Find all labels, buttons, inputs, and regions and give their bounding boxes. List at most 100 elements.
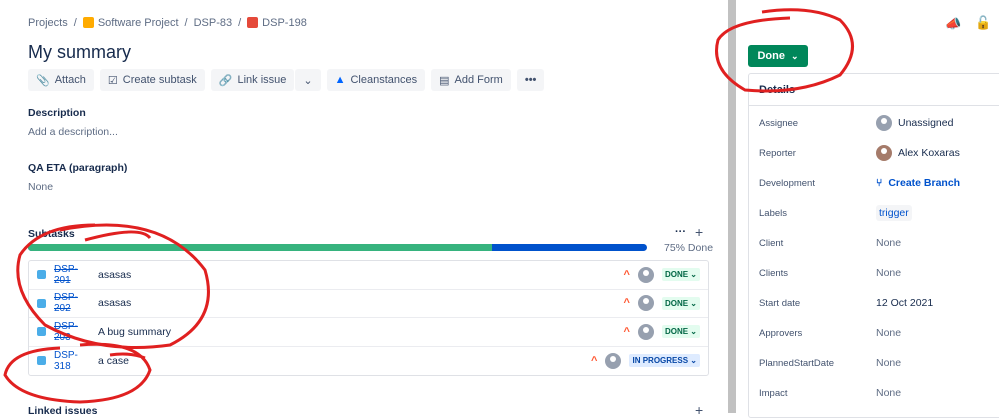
description-label: Description [28, 107, 86, 119]
status-dropdown[interactable]: IN PROGRESS ⌄ [629, 354, 700, 368]
priority-high-icon: ^ [623, 268, 630, 281]
page-title[interactable]: My summary [28, 42, 131, 63]
link-icon: 🔗 [218, 74, 233, 87]
progress-text: 75% Done [664, 242, 714, 254]
breadcrumb: Projects / Software Project / DSP-83/ DSP-… [28, 17, 307, 29]
detail-value[interactable]: trigger [876, 205, 912, 221]
detail-row: Impact None [759, 378, 999, 408]
subtask-summary[interactable]: asasas [98, 269, 616, 281]
detail-value[interactable]: 12 Oct 2021 [876, 297, 933, 309]
details-panel: Details Assignee Unassigned Reporter Alex Ko… [748, 73, 999, 418]
paperclip-icon: 📎 [36, 74, 50, 87]
create-subtask-button[interactable]: ☑ Create subtask [99, 69, 205, 91]
detail-label: Client [759, 237, 784, 249]
subtask-row[interactable]: DSP-202 asasas ^ DONE ⌄ [29, 290, 708, 318]
detail-value[interactable]: None [876, 237, 901, 249]
status-dropdown[interactable]: DONE ⌄ [661, 268, 700, 282]
feedback-megaphone-icon[interactable]: 📣 [945, 16, 961, 32]
chevron-down-icon: ⌄ [790, 50, 799, 61]
detail-row: Development ⑂ Create Branch [759, 168, 999, 198]
linked-issues-label: Linked issues [28, 405, 98, 417]
subtask-icon [37, 356, 46, 366]
project-icon [82, 17, 94, 28]
detail-value[interactable]: None [876, 267, 901, 279]
link-issue-button[interactable]: 🔗 Link issue [210, 69, 295, 91]
subtask-icon: ☑ [107, 74, 118, 87]
add-subtask-icon[interactable]: + [695, 224, 703, 240]
qa-eta-label: QA ETA (paragraph) [28, 162, 128, 174]
priority-high-icon: ^ [623, 297, 630, 310]
link-issue-dropdown[interactable]: ⌄ [295, 69, 321, 91]
avatar[interactable] [637, 295, 654, 312]
subtask-summary[interactable]: a case [98, 355, 583, 367]
bug-icon [247, 17, 259, 28]
avatar [876, 145, 892, 161]
priority-high-icon: ^ [591, 354, 598, 367]
detail-label: Development [759, 177, 815, 189]
subtask-row[interactable]: DSP-203 A bug summary ^ DONE ⌄ [29, 318, 708, 347]
breadcrumb-issue[interactable]: DSP-198 [247, 17, 307, 29]
breadcrumb-software-project[interactable]: Software Project [82, 17, 179, 29]
subtask-key[interactable]: DSP-202 [54, 292, 90, 314]
detail-label: Labels [759, 207, 787, 219]
status-dropdown[interactable]: DONE ⌄ [661, 325, 700, 339]
add-form-button[interactable]: ▤ Add Form [431, 69, 511, 91]
detail-label: Start date [759, 297, 801, 309]
subtask-row[interactable]: DSP-201 asasas ^ DONE ⌄ [29, 261, 708, 290]
subtask-list: DSP-201 asasas ^ DONE ⌄ DSP-202 asasas ^… [28, 260, 709, 376]
detail-label: Assignee [759, 117, 799, 129]
avatar[interactable] [637, 323, 654, 340]
details-header[interactable]: Details [749, 74, 999, 106]
subtask-row[interactable]: DSP-318 a case ^ IN PROGRESS ⌄ [29, 347, 708, 376]
subtask-key[interactable]: DSP-203 [54, 321, 90, 343]
cleanstances-button[interactable]: ▲ Cleanstances [326, 69, 426, 91]
subtask-icon [37, 327, 46, 337]
more-icon: ••• [524, 74, 537, 86]
chevron-down-icon: ⌄ [303, 74, 313, 87]
progress-fill [28, 244, 493, 251]
detail-value[interactable]: Alex Koxaras [876, 145, 960, 161]
avatar[interactable] [605, 352, 622, 369]
atlassian-icon: ▲ [334, 74, 346, 86]
scrollbar[interactable] [728, 0, 736, 413]
subtask-icon [37, 270, 46, 280]
branch-icon: ⑂ [876, 177, 883, 189]
more-button[interactable]: ••• [516, 69, 545, 91]
breadcrumb-projects[interactable]: Projects [28, 17, 68, 29]
attach-button[interactable]: 📎 Attach [28, 69, 94, 91]
status-button[interactable]: Done ⌄ [748, 45, 808, 67]
subtasks-more-icon[interactable]: ··· [675, 226, 686, 238]
detail-value[interactable]: ⑂ Create Branch [876, 177, 960, 189]
detail-row: PlannedStartDate None [759, 348, 999, 378]
unlock-icon[interactable]: 🔓 [975, 15, 991, 31]
detail-label: Approvers [759, 327, 803, 339]
detail-row: Assignee Unassigned [759, 108, 999, 138]
detail-label: Reporter [759, 147, 796, 159]
avatar[interactable] [637, 266, 654, 283]
qa-eta-value[interactable]: None [28, 181, 53, 193]
status-dropdown[interactable]: DONE ⌄ [661, 296, 700, 310]
detail-value[interactable]: None [876, 357, 901, 369]
avatar [876, 115, 892, 131]
detail-row: Reporter Alex Koxaras [759, 138, 999, 168]
breadcrumb-parent[interactable]: DSP-83 [194, 17, 233, 29]
detail-value[interactable]: None [876, 387, 901, 399]
detail-label: PlannedStartDate [759, 357, 834, 369]
detail-label: Impact [759, 387, 788, 399]
detail-value[interactable]: Unassigned [876, 115, 953, 131]
subtask-summary[interactable]: asasas [98, 297, 616, 309]
detail-row: Clients None [759, 258, 999, 288]
subtask-key[interactable]: DSP-201 [54, 264, 90, 286]
priority-high-icon: ^ [623, 325, 630, 338]
subtask-key[interactable]: DSP-318 [54, 350, 90, 372]
toolbar: 📎 Attach ☑ Create subtask 🔗 Link issue ⌄ ▲ C… [28, 69, 545, 91]
detail-row: Approvers None [759, 318, 999, 348]
detail-label: Clients [759, 267, 789, 279]
detail-value[interactable]: None [876, 327, 901, 339]
subtask-progress-bar [28, 244, 647, 251]
description-input[interactable]: Add a description... [28, 126, 118, 138]
detail-row: Client None [759, 228, 999, 258]
subtask-summary[interactable]: A bug summary [98, 326, 616, 338]
subtask-icon [37, 298, 46, 308]
add-linked-issue-icon[interactable]: + [695, 402, 703, 418]
